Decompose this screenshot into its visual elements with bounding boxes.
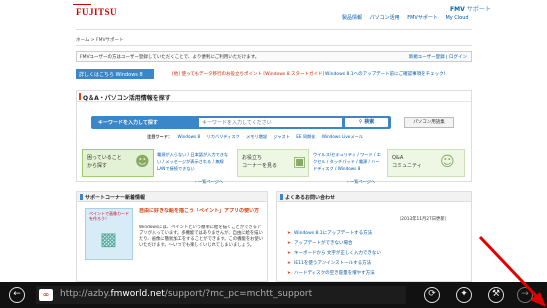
- faq-item-label: Windows 8.1にアップデートする方法: [294, 231, 373, 236]
- tile-troubles[interactable]: 困っていること から探す ☻: [82, 149, 154, 177]
- fmv-label: FMV: [450, 6, 465, 13]
- popular-word[interactable]: Windows 8: [177, 134, 200, 139]
- more-link-1[interactable]: › 一覧ページへ: [195, 179, 223, 185]
- header-divider: [76, 29, 472, 30]
- pin-icon: ✦: [460, 289, 468, 299]
- popular-label: 注目ワード：: [147, 134, 173, 139]
- top-links: 製品情報 パソコン活用 FMVサポート My Cloud: [336, 14, 469, 21]
- popular-word[interactable]: EE 同期化: [296, 134, 315, 139]
- search-bar: キーワードを入力して探す ⚲ 検索: [91, 116, 391, 129]
- url-text: http://azby.fmworld.net/support/?mc_pc=m…: [60, 289, 312, 299]
- breadcrumb[interactable]: ホーム > FMVサポート: [76, 37, 124, 43]
- popular-word[interactable]: Windows Liveメール: [322, 134, 363, 139]
- faq-item-label: キーボードから 文字が正しく入力できない: [294, 251, 381, 256]
- trouble-links[interactable]: 電源が入らない / 日本語が入力できない / メッセージが表示される / 無線L…: [157, 151, 232, 172]
- top-link-cloud[interactable]: My Cloud: [445, 15, 468, 21]
- site-favicon-icon: ∞: [39, 289, 53, 301]
- popular-word[interactable]: リカバリディスク: [207, 134, 240, 139]
- notice-text: FMVユーザーの方はユーザー登録していただくことで、より便利にご利用いただけます…: [80, 55, 260, 60]
- search-icon: ⚲: [358, 119, 363, 125]
- arrow-icon: ➤: [287, 251, 291, 256]
- faq-section: よくあるお問い合わせ （2013年11月27日更新） ➤ Windows 8.1に…: [276, 191, 472, 282]
- register-login-links[interactable]: 新規ユーザー登録 | ログイン: [409, 54, 467, 60]
- popular-word[interactable]: メモリ増設: [246, 134, 267, 139]
- tile-useful-label: お役立ち コーナーを見る: [242, 155, 278, 169]
- useful-links[interactable]: ウイルス/セキュリティ / ワード / エクセル / タッチパッド / 電源 /…: [313, 151, 383, 172]
- pin-button[interactable]: ✦: [456, 287, 472, 303]
- popular-words: 注目ワード： Windows 8 リカバリディスク メモリ増設 ジャスト EE …: [147, 134, 368, 140]
- fujitsu-logo[interactable]: FUJITSU: [73, 4, 117, 21]
- more-link-1-label: 一覧ページへ: [198, 179, 224, 184]
- illustration-caption: ペイントで画像カードを作ろう！: [89, 211, 129, 221]
- fmv-sub-label: サポート: [466, 6, 491, 13]
- support-corner-title: サポートコーナー新着情報: [77, 192, 267, 202]
- person-icon: ☻: [135, 154, 150, 170]
- tile-qa-community[interactable]: Q&A コミュニティ ☺: [387, 149, 465, 177]
- web-page: FUJITSU FMV サポート 製品情報 パソコン活用 FMVサポート My …: [0, 0, 547, 282]
- address-bar: ← ∞ http://azby.fmworld.net/support/?mc_…: [0, 282, 547, 308]
- faq-item[interactable]: ➤ IE11を使うアンインストールする方法: [287, 260, 371, 266]
- red-pointer-arrow: [478, 235, 546, 307]
- news-headline[interactable]: 自由に好きな絵を描こう「ペイント」アプリの使い方: [139, 208, 263, 215]
- pc-glossary-button[interactable]: パソコン用語集: [404, 117, 454, 128]
- tile-qa-label: Q&A コミュニティ: [392, 155, 422, 169]
- support-corner-news: サポートコーナー新着情報 ペイントで画像カードを作ろう！ ▩ 自由に好きな絵を描…: [76, 191, 268, 282]
- tile-troubles-label: 困っていること から探す: [87, 155, 122, 169]
- tile-useful[interactable]: お役立ち コーナーを見る ▣: [237, 149, 309, 177]
- faq-item[interactable]: ➤ アップデートができない場合: [287, 240, 353, 246]
- news-body: Windowsには、ペイントという簡単に絵を描くことができるアプリが入っています…: [139, 225, 263, 248]
- back-arrow-icon: ←: [13, 289, 21, 299]
- back-button[interactable]: ←: [9, 287, 25, 303]
- url-prefix: http://azby.: [60, 289, 111, 299]
- tablet-icon: ▩: [100, 229, 118, 250]
- refresh-button[interactable]: ⟳: [424, 287, 440, 303]
- url-path: /support/?mc_pc=mchtt_support: [164, 289, 313, 299]
- faq-title: よくあるお問い合わせ: [277, 192, 471, 202]
- fmv-support-logo[interactable]: FMV サポート: [450, 4, 491, 13]
- people-icon: ☺: [440, 154, 455, 170]
- faq-item[interactable]: ➤ Windows 8.1にアップデートする方法: [287, 230, 372, 236]
- url-domain: fmworld.net: [110, 289, 165, 299]
- notice-bar: FMVユーザーの方はユーザー登録していただくことで、より便利にご利用いただけます…: [76, 51, 472, 62]
- faq-item-label: ハードディスクの空き容量を増やす方法: [294, 271, 375, 276]
- faq-item-label: IE11を使うアンインストールする方法: [294, 261, 372, 266]
- paint-app-illustration[interactable]: ペイントで画像カードを作ろう！ ▩: [85, 208, 133, 260]
- banner-link-1[interactable]: [他] 使ってもデータ移行のお役立ちポイント [Windows 8 スタートガイ…: [172, 71, 324, 77]
- faq-item[interactable]: ➤ ハードディスクの空き容量を増やす方法: [287, 270, 375, 276]
- windows8-details-button[interactable]: 詳しくはこちら Windows 8: [76, 69, 154, 79]
- arrow-icon: ➤: [287, 231, 291, 236]
- arrow-icon: ➤: [287, 241, 291, 246]
- more-link-2[interactable]: › 一覧ページへ: [347, 179, 375, 185]
- search-button[interactable]: ⚲ 検索: [345, 118, 388, 127]
- popular-word[interactable]: ジャスト: [273, 134, 290, 139]
- url-field[interactable]: ∞ http://azby.fmworld.net/support/?mc_pc…: [36, 286, 406, 304]
- banner-link-2[interactable]: Windows 8.1へのアップデート前にご確認事項をチェック！: [325, 71, 448, 77]
- search-button-label: 検索: [364, 119, 375, 125]
- top-link-pc[interactable]: パソコン活用: [370, 15, 400, 21]
- faq-item[interactable]: ➤ キーボードから 文字が正しく入力できない: [287, 250, 381, 256]
- arrow-icon: ➤: [287, 261, 291, 266]
- crumb-divider: [76, 45, 472, 46]
- search-section-title: Q＆A・パソコン活用情報を探す: [77, 91, 471, 102]
- search-section: Q＆A・パソコン活用情報を探す キーワードを入力して探す ⚲ 検索 パソコン用語…: [76, 90, 472, 185]
- computer-icon: ▣: [293, 154, 307, 170]
- arrow-icon: ➤: [287, 271, 291, 276]
- faq-item-label: アップデートができない場合: [294, 241, 353, 246]
- more-link-2-label: 一覧ページへ: [350, 179, 376, 184]
- refresh-icon: ⟳: [428, 289, 436, 299]
- search-input[interactable]: [199, 118, 342, 127]
- search-label: キーワードを入力して探す: [98, 120, 158, 126]
- top-link-support[interactable]: FMVサポート: [407, 15, 438, 21]
- faq-updated-date: （2013年11月27日更新）: [397, 217, 449, 222]
- top-link-products[interactable]: 製品情報: [342, 15, 362, 21]
